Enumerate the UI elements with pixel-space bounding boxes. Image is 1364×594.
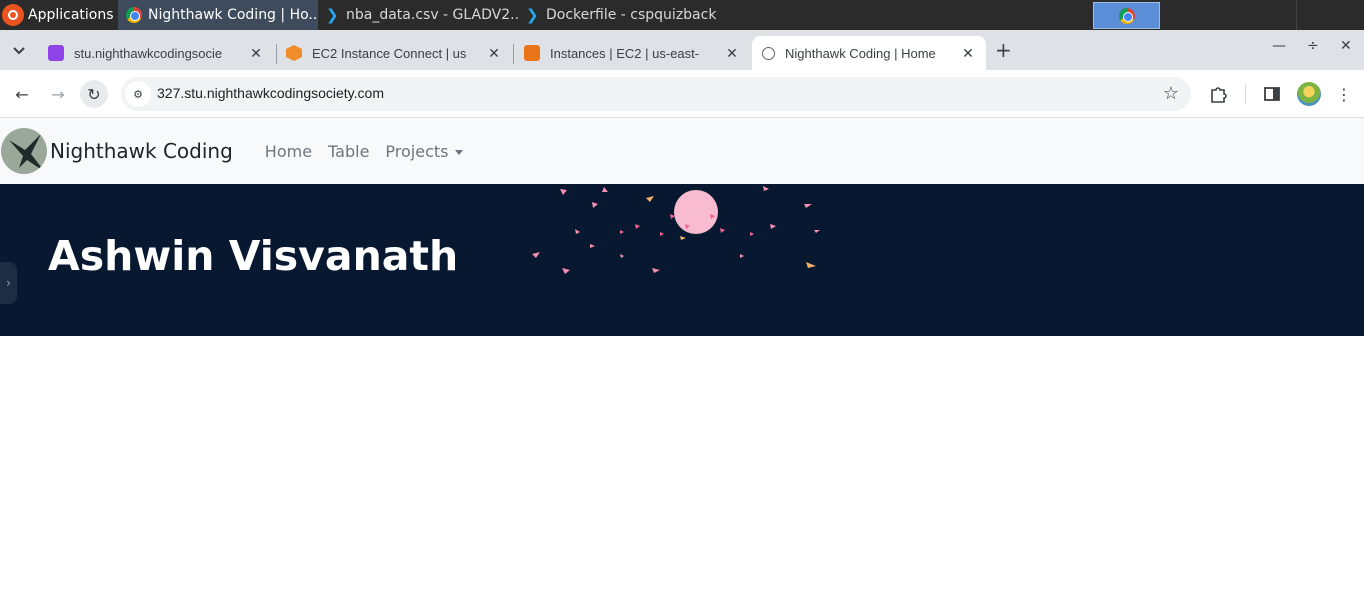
extensions-puzzle-icon[interactable] [1204, 80, 1232, 108]
vscode-icon: ❯ [326, 6, 339, 24]
site-navbar: Nighthawk Coding Home Table Projects [0, 118, 1364, 184]
restore-icon[interactable]: ÷ [1307, 38, 1319, 54]
sidebar-toggle-chevron-icon[interactable]: › [0, 262, 17, 304]
forward-arrow-icon[interactable]: → [44, 80, 72, 108]
caret-down-icon [454, 149, 463, 155]
tab-title: EC2 Instance Connect | us [312, 45, 467, 61]
nav-projects-dropdown[interactable]: Projects [385, 141, 463, 161]
tab-close-icon[interactable]: ✕ [248, 45, 264, 62]
taskbar-task-vscode-dockerfile[interactable]: ❯ Dockerfile - cspquizback... [518, 0, 718, 30]
tab-ec2-instances[interactable]: Instances | EC2 | us-east- ✕ [514, 36, 750, 70]
toolbar-divider [1245, 84, 1246, 104]
tab-search-button[interactable] [6, 38, 32, 64]
back-arrow-icon[interactable]: ← [8, 80, 36, 108]
puzzle-icon [1211, 87, 1227, 103]
tab-title: Nighthawk Coding | Home [785, 45, 936, 61]
tab-title: stu.nighthawkcodingsocie [74, 45, 223, 61]
task-label: Nighthawk Coding | Ho... [148, 7, 318, 23]
globe-icon [762, 46, 775, 60]
nighthawk-logo-icon[interactable] [1, 128, 47, 174]
browser-toolbar: ← → ↻ ⚙ 327.stu.nighthawkcodingsociety.c… [0, 70, 1364, 118]
sidebar-layout-icon [1264, 87, 1280, 101]
side-panel-icon[interactable] [1258, 80, 1286, 108]
hero-title: Ashwin Visvanath [48, 232, 459, 280]
page-content-area [0, 336, 1364, 594]
tab-close-icon[interactable]: ✕ [724, 45, 740, 62]
tray-chrome-button[interactable] [1093, 2, 1160, 29]
vscode-icon: ❯ [526, 6, 539, 24]
chevron-down-icon [13, 47, 25, 55]
profile-avatar[interactable] [1297, 82, 1321, 106]
hawk-silhouette-icon [9, 134, 45, 172]
aws-instances-icon [524, 45, 540, 61]
brand-name[interactable]: Nighthawk Coding [50, 139, 233, 163]
browser-tab-strip: stu.nighthawkcodingsocie ✕ EC2 Instance … [0, 30, 1364, 70]
nav-table-link[interactable]: Table [328, 142, 369, 161]
site-info-icon[interactable]: ⚙ [125, 81, 151, 107]
confetti-particles-icon [532, 186, 820, 274]
bookmark-star-icon[interactable]: ☆ [1163, 83, 1179, 104]
task-label: nba_data.csv - GLADV2... [346, 7, 518, 23]
window-close-icon[interactable]: ✕ [1340, 38, 1352, 54]
tab-nighthawk-home[interactable]: Nighthawk Coding | Home ✕ [752, 36, 986, 70]
chrome-icon [1118, 7, 1135, 24]
applications-label: Applications [28, 7, 114, 23]
address-bar[interactable]: ⚙ 327.stu.nighthawkcodingsociety.com ☆ [121, 77, 1191, 111]
tab-title: Instances | EC2 | us-east- [550, 45, 700, 61]
url-text[interactable]: 327.stu.nighthawkcodingsociety.com [157, 85, 384, 101]
purple-site-icon [48, 45, 64, 61]
tray-divider [1296, 0, 1297, 30]
reload-icon[interactable]: ↻ [80, 80, 108, 108]
tab-ec2-instance-connect[interactable]: EC2 Instance Connect | us ✕ [276, 36, 512, 70]
chrome-icon [126, 7, 142, 23]
nav-home-link[interactable]: Home [265, 142, 312, 161]
task-label: Dockerfile - cspquizback... [546, 7, 718, 23]
tab-close-icon[interactable]: ✕ [960, 45, 976, 62]
hero-banner: › Ashwin Visvanath [0, 184, 1364, 336]
new-tab-plus-icon[interactable]: + [995, 38, 1012, 62]
tab-close-icon[interactable]: ✕ [486, 45, 502, 62]
ubuntu-logo-icon [2, 4, 24, 26]
taskbar-task-vscode-nba[interactable]: ❯ nba_data.csv - GLADV2... [318, 0, 518, 30]
applications-menu[interactable]: Applications [0, 0, 118, 30]
aws-ec2-icon [286, 45, 302, 61]
nav-projects-label: Projects [385, 141, 449, 161]
taskbar-task-chrome[interactable]: Nighthawk Coding | Ho... [118, 0, 318, 30]
kebab-menu-icon[interactable]: ⋮ [1330, 80, 1358, 108]
minimize-icon[interactable]: — [1272, 38, 1286, 54]
tab-stu-nighthawk[interactable]: stu.nighthawkcodingsocie ✕ [38, 36, 274, 70]
os-taskbar: Applications Nighthawk Coding | Ho... ❯ … [0, 0, 1364, 30]
